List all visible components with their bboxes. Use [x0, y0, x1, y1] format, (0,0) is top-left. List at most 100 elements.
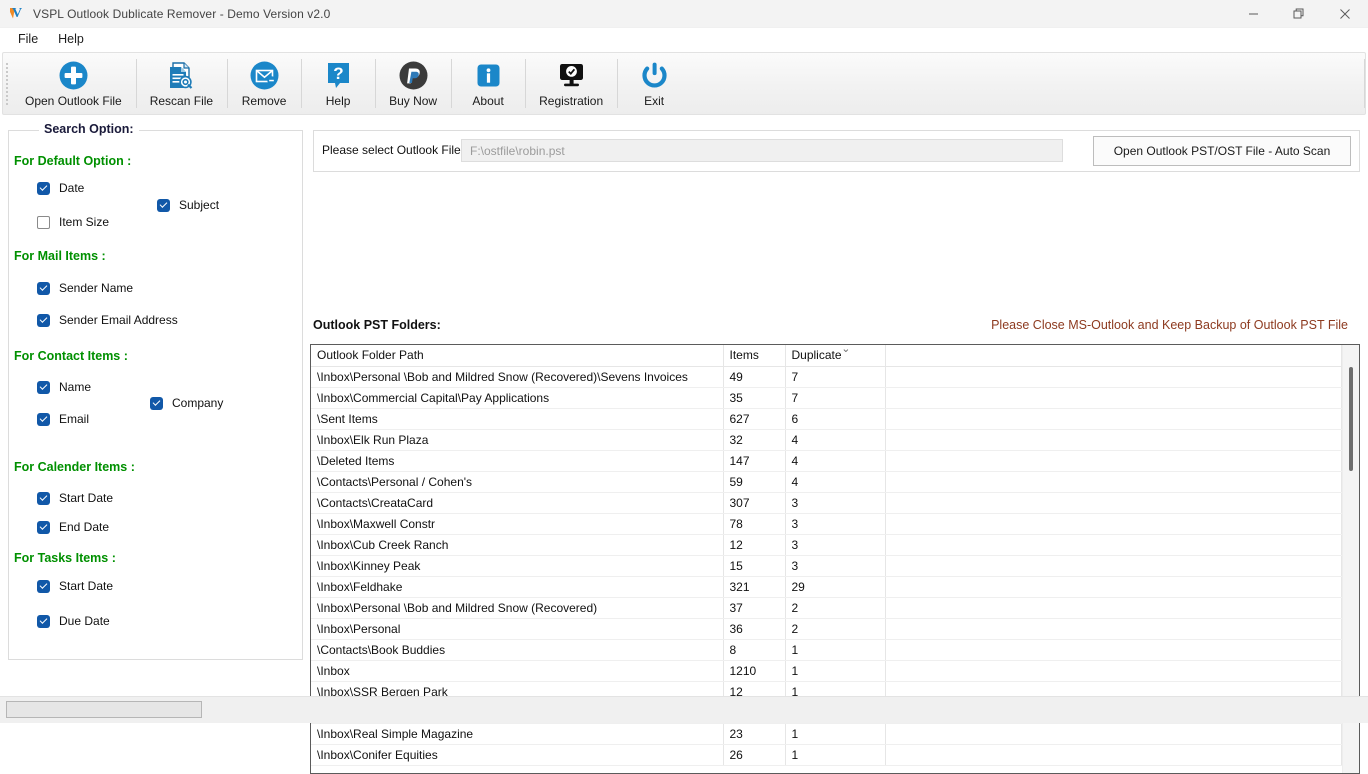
checkbox-date[interactable]: Date	[37, 181, 84, 195]
checkbox-label: Start Date	[59, 579, 113, 593]
outlook-pst-folders-label: Outlook PST Folders:	[313, 318, 441, 332]
minimize-icon[interactable]	[1230, 0, 1276, 28]
cell-blank	[885, 618, 1342, 639]
cell-duplicate: 7	[785, 387, 885, 408]
title-bar: V VSPL Outlook Dublicate Remover - Demo …	[0, 0, 1368, 28]
restore-icon[interactable]	[1276, 0, 1322, 28]
checkbox-label: End Date	[59, 520, 109, 534]
remove-label: Remove	[242, 94, 287, 108]
checkbox-indicator	[37, 492, 50, 505]
cell-items: 26	[723, 744, 785, 765]
envelope-circle-icon	[249, 59, 280, 92]
file-path-input[interactable]: F:\ostfile\robin.pst	[461, 139, 1063, 162]
remove-button[interactable]: Remove	[227, 53, 301, 114]
section-default-option-heading: For Default Option :	[14, 154, 131, 168]
monitor-check-icon	[556, 59, 587, 92]
table-row[interactable]: \Inbox 1210 1	[311, 660, 1342, 681]
checkbox-item-size[interactable]: Item Size	[37, 215, 109, 229]
cell-duplicate: 7	[785, 366, 885, 387]
checkbox-indicator	[37, 615, 50, 628]
cell-blank	[885, 492, 1342, 513]
open-outlook-file-button[interactable]: Open Outlook File	[11, 53, 136, 114]
close-icon[interactable]	[1322, 0, 1368, 28]
checkbox-label: Start Date	[59, 491, 113, 505]
cell-blank	[885, 723, 1342, 744]
section-calender-items-heading: For Calender Items :	[14, 460, 135, 474]
checkbox-subject[interactable]: Subject	[157, 198, 219, 212]
checkbox-email[interactable]: Email	[37, 412, 89, 426]
help-button[interactable]: ? Help	[301, 53, 375, 114]
checkbox-task-due-date[interactable]: Due Date	[37, 614, 110, 628]
open-pst-ost-auto-scan-button[interactable]: Open Outlook PST/OST File - Auto Scan	[1093, 136, 1351, 166]
cell-path: \Inbox\Commercial Capital\Pay Applicatio…	[311, 387, 723, 408]
checkbox-calendar-end-date[interactable]: End Date	[37, 520, 109, 534]
registration-button[interactable]: Registration	[525, 53, 617, 114]
cell-path: \Inbox\Real Simple Magazine	[311, 723, 723, 744]
checkbox-indicator	[150, 397, 163, 410]
table-row[interactable]: \Sent Items 627 6	[311, 408, 1342, 429]
toolbar: Open Outlook File Rescan File	[2, 52, 1366, 115]
cell-items: 1210	[723, 660, 785, 681]
cell-path: \Inbox\Cub Creek Ranch	[311, 534, 723, 555]
cell-duplicate: 1	[785, 744, 885, 765]
checkbox-indicator	[37, 182, 50, 195]
cell-duplicate: 2	[785, 618, 885, 639]
checkbox-label: Email	[59, 412, 89, 426]
table-row[interactable]: \Deleted Items 147 4	[311, 450, 1342, 471]
power-icon	[639, 59, 670, 92]
column-header-duplicate-label: Duplicate	[792, 348, 842, 362]
table-row[interactable]: \Inbox\Feldhake 321 29	[311, 576, 1342, 597]
cell-duplicate: 4	[785, 471, 885, 492]
column-header-items[interactable]: Items	[723, 345, 785, 366]
cell-path: \Contacts\Book Buddies	[311, 639, 723, 660]
checkbox-company[interactable]: Company	[150, 396, 223, 410]
exit-button[interactable]: Exit	[617, 53, 691, 114]
checkbox-task-start-date[interactable]: Start Date	[37, 579, 113, 593]
table-row[interactable]: \Contacts\Book Buddies 8 1	[311, 639, 1342, 660]
cell-blank	[885, 387, 1342, 408]
cell-items: 36	[723, 618, 785, 639]
table-row[interactable]: \Contacts\CreataCard 307 3	[311, 492, 1342, 513]
cell-path: \Inbox\Personal	[311, 618, 723, 639]
column-header-path[interactable]: Outlook Folder Path	[311, 345, 723, 366]
file-select-label: Please select Outlook File :	[322, 143, 467, 157]
table-row[interactable]: \Inbox\Real Simple Magazine 23 1	[311, 723, 1342, 744]
table-row[interactable]: \Inbox\Elk Run Plaza 32 4	[311, 429, 1342, 450]
checkbox-indicator	[37, 580, 50, 593]
cell-items: 59	[723, 471, 785, 492]
table-row[interactable]: \Inbox\Kinney Peak 15 3	[311, 555, 1342, 576]
table-row[interactable]: \Inbox\Personal \Bob and Mildred Snow (R…	[311, 366, 1342, 387]
about-button[interactable]: About	[451, 53, 525, 114]
buy-now-button[interactable]: Buy Now	[375, 53, 451, 114]
scrollbar-thumb[interactable]	[1349, 367, 1353, 471]
rescan-file-button[interactable]: Rescan File	[136, 53, 227, 114]
help-label: Help	[326, 94, 351, 108]
table-row[interactable]: \Contacts\Personal / Cohen's 59 4	[311, 471, 1342, 492]
checkbox-label: Sender Email Address	[59, 313, 178, 327]
checkbox-indicator	[37, 413, 50, 426]
menu-item-file[interactable]: File	[8, 30, 48, 48]
table-row[interactable]: \Inbox\Personal \Bob and Mildred Snow (R…	[311, 597, 1342, 618]
checkbox-calendar-start-date[interactable]: Start Date	[37, 491, 113, 505]
table-row[interactable]: \Inbox\Conifer Equities 26 1	[311, 744, 1342, 765]
table-row[interactable]: \Inbox\Personal 36 2	[311, 618, 1342, 639]
table-row[interactable]: \Inbox\Cub Creek Ranch 12 3	[311, 534, 1342, 555]
cell-items: 8	[723, 639, 785, 660]
checkbox-indicator	[37, 381, 50, 394]
toolbar-grip[interactable]	[3, 53, 11, 114]
cell-items: 49	[723, 366, 785, 387]
menu-item-help[interactable]: Help	[48, 30, 94, 48]
progress-bar	[6, 701, 202, 718]
cell-path: \Inbox\Maxwell Constr	[311, 513, 723, 534]
cell-duplicate: 3	[785, 492, 885, 513]
cell-items: 627	[723, 408, 785, 429]
table-row[interactable]: \Inbox\Maxwell Constr 78 3	[311, 513, 1342, 534]
checkbox-sender-name[interactable]: Sender Name	[37, 281, 133, 295]
cell-blank	[885, 639, 1342, 660]
rescan-file-label: Rescan File	[150, 94, 213, 108]
checkbox-name[interactable]: Name	[37, 380, 91, 394]
cell-items: 321	[723, 576, 785, 597]
checkbox-sender-email-address[interactable]: Sender Email Address	[37, 313, 178, 327]
table-row[interactable]: \Inbox\Commercial Capital\Pay Applicatio…	[311, 387, 1342, 408]
column-header-duplicate[interactable]: Duplicate ⌄	[785, 345, 885, 366]
